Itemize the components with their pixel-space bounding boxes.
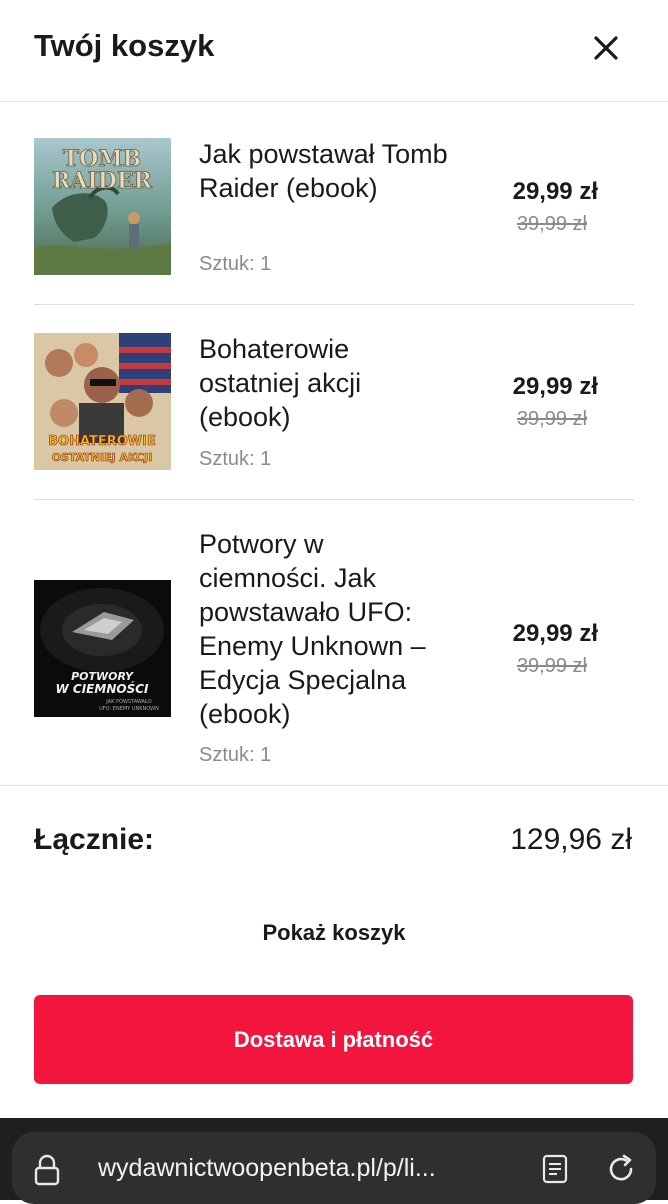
- product-old-price: 39,99 zł: [516, 213, 587, 235]
- cart-summary: Łącznie: 129,96 zł: [0, 785, 668, 890]
- lock-icon: [34, 1154, 60, 1186]
- total-label: Łącznie:: [34, 823, 155, 856]
- total-value: 129,96 zł: [510, 823, 632, 856]
- product-old-price: 39,99 zł: [516, 655, 587, 677]
- cover-subtitle-text: UFO: ENEMY UNKNOWN: [99, 706, 159, 712]
- reload-icon[interactable]: [604, 1152, 638, 1186]
- url-text: wydawnictwoopenbeta.pl/p/li...: [98, 1154, 436, 1182]
- show-cart-link[interactable]: Pokaż koszyk: [0, 920, 668, 946]
- product-quantity: Sztuk: 1: [199, 253, 272, 275]
- book-cover-image[interactable]: POTWORY W CIEMNOŚCI JAK POWSTAWAŁO UFO: …: [34, 580, 171, 717]
- product-price: 29,99 zł: [512, 373, 598, 400]
- cart-item: TOMB RAIDER Jak powstawał Tomb Raider (e…: [34, 102, 634, 305]
- product-old-price: 39,99 zł: [516, 408, 587, 430]
- product-name[interactable]: Jak powstawał Tomb Raider (ebook): [199, 137, 449, 205]
- cover-title-text: BOHATEROWIE: [48, 434, 156, 449]
- close-button[interactable]: [586, 28, 626, 68]
- cover-title-text: W CIEMNOŚCI: [56, 681, 150, 696]
- product-price: 29,99 zł: [512, 620, 598, 647]
- book-cover-image[interactable]: BOHATEROWIE OSTATNIEJ AKCJI: [34, 333, 171, 470]
- product-price: 29,99 zł: [512, 178, 598, 205]
- product-quantity: Sztuk: 1: [199, 448, 272, 470]
- cover-title-text: RAIDER: [52, 168, 152, 194]
- close-icon: [594, 36, 618, 60]
- cart-title: Twój koszyk: [34, 28, 215, 63]
- browser-address-bar: wydawnictwoopenbeta.pl/p/li...: [0, 1118, 668, 1204]
- cart-item: BOHATEROWIE OSTATNIEJ AKCJI Bohaterowie …: [34, 305, 634, 500]
- product-quantity: Sztuk: 1: [199, 744, 272, 766]
- url-field[interactable]: wydawnictwoopenbeta.pl/p/li...: [12, 1132, 656, 1204]
- cart-item: POTWORY W CIEMNOŚCI JAK POWSTAWAŁO UFO: …: [34, 500, 634, 785]
- cart-header: Twój koszyk: [0, 0, 668, 102]
- checkout-button[interactable]: Dostawa i płatność: [34, 995, 633, 1084]
- cover-subtitle-text: JAK POWSTAWAŁO: [105, 699, 151, 705]
- cover-title-text: OSTATNIEJ AKCJI: [52, 451, 153, 464]
- product-name[interactable]: Potwory w ciemności. Jak powstawało UFO:…: [199, 527, 449, 731]
- product-name[interactable]: Bohaterowie ostatniej akcji (ebook): [199, 332, 449, 434]
- book-cover-image[interactable]: TOMB RAIDER: [34, 138, 171, 275]
- reader-icon[interactable]: [542, 1154, 568, 1184]
